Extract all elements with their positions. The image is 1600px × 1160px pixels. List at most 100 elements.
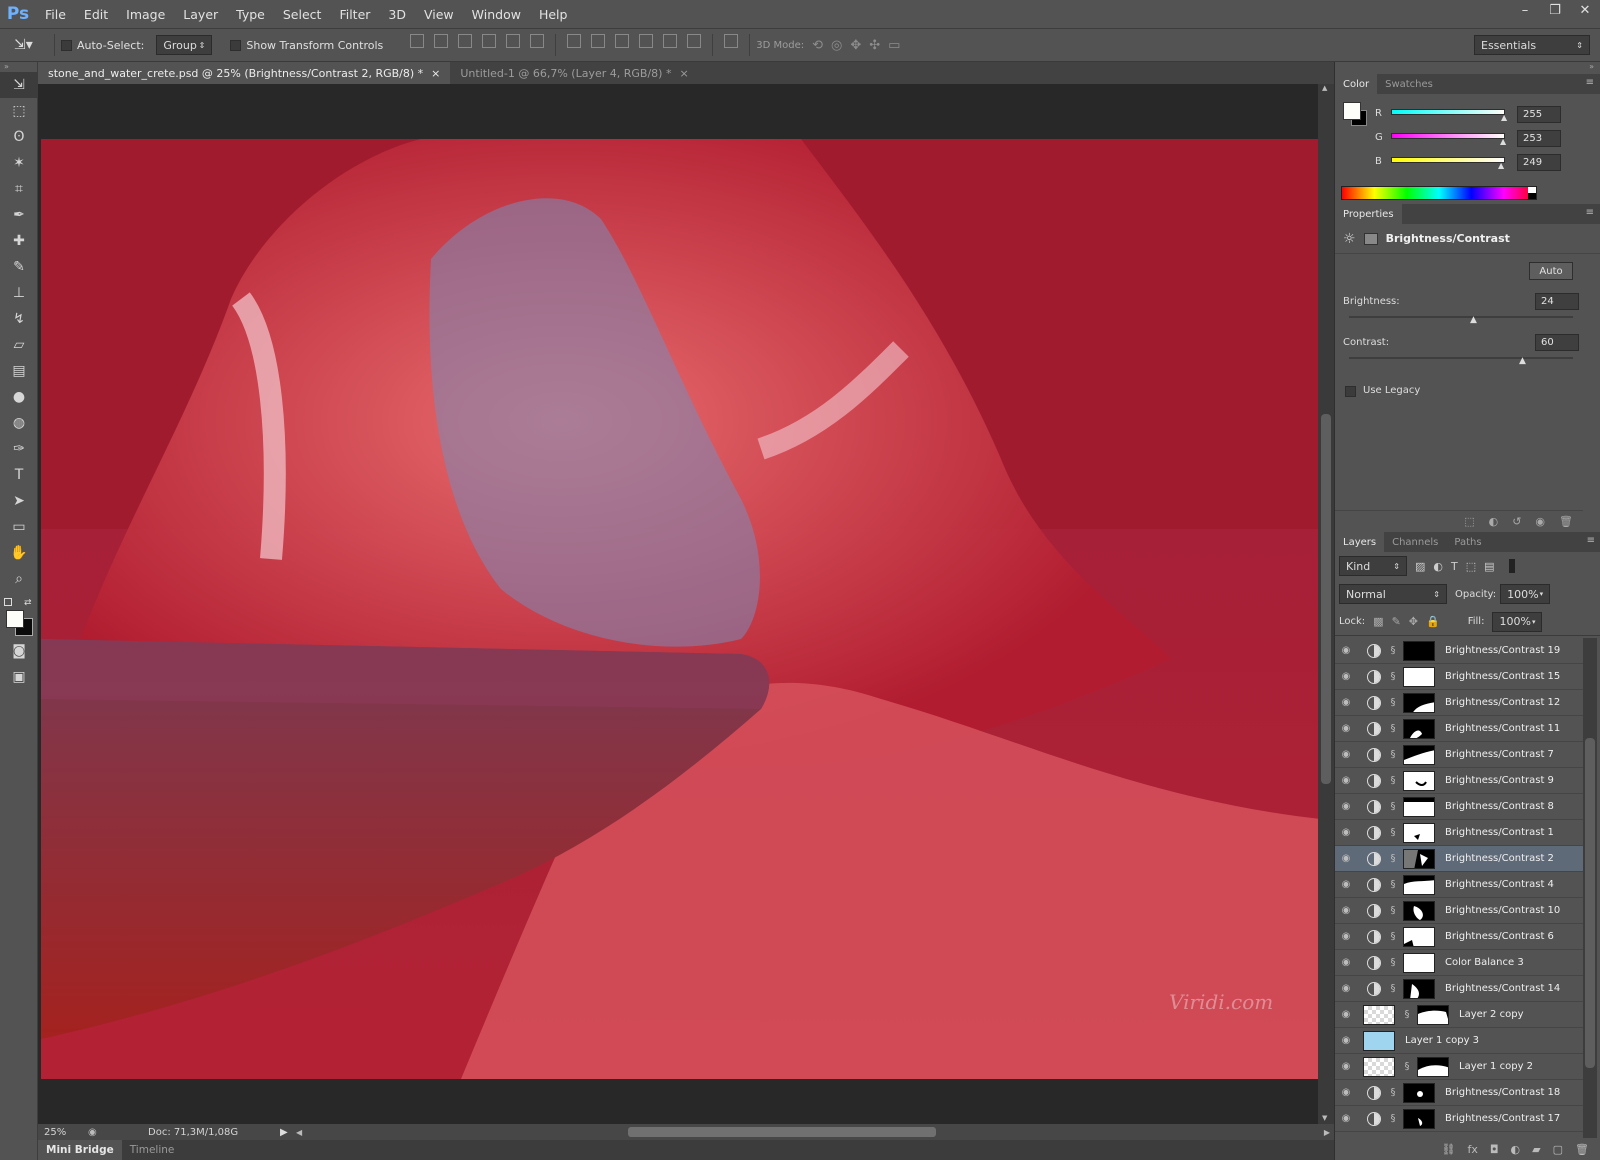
healing-brush-tool-icon[interactable]: ✚ [0, 228, 38, 254]
layer-mask-link-icon[interactable]: § [1387, 853, 1399, 864]
layer-mask-link-icon[interactable]: § [1387, 905, 1399, 916]
filter-pixel-icon[interactable]: ▨ [1415, 560, 1425, 573]
vertical-scroll-thumb[interactable] [1321, 414, 1331, 784]
layer-visibility-eye-icon[interactable]: ◉ [1335, 827, 1357, 838]
menu-layer[interactable]: Layer [174, 0, 227, 28]
layer-mask-link-icon[interactable]: § [1387, 827, 1399, 838]
dodge-tool-icon[interactable]: ◍ [0, 410, 38, 436]
new-adjustment-icon[interactable]: ◐ [1511, 1143, 1521, 1156]
doc-tab-untitled[interactable]: Untitled-1 @ 66,7% (Layer 4, RGB/8) * × [450, 62, 698, 84]
quick-mask-icon[interactable]: ◙ [0, 638, 38, 664]
scroll-down-icon[interactable]: ▼ [1322, 1114, 1327, 1122]
tab-channels[interactable]: Channels [1384, 532, 1446, 552]
color-ramp[interactable] [1341, 186, 1537, 200]
workspace-dropdown[interactable]: Essentials ⇕ [1474, 35, 1590, 55]
delete-icon[interactable]: 🗑 [1559, 515, 1573, 528]
layer-row[interactable]: ◉ § Brightness/Contrast 6 [1335, 924, 1583, 950]
layer-visibility-eye-icon[interactable]: ◉ [1335, 1087, 1357, 1098]
crop-tool-icon[interactable]: ⌗ [0, 176, 38, 202]
channel-value[interactable]: 249 [1517, 154, 1561, 171]
menu-select[interactable]: Select [274, 0, 331, 28]
delete-layer-icon[interactable]: 🗑 [1575, 1143, 1589, 1156]
close-tab-icon[interactable]: × [431, 67, 440, 80]
align-top-icon[interactable] [410, 34, 425, 48]
move-tool-icon[interactable]: ⇲ [0, 72, 38, 98]
scroll-left-icon[interactable]: ◀ [296, 1128, 302, 1137]
menu-window[interactable]: Window [463, 0, 530, 28]
link-layers-icon[interactable]: ⛓ [1441, 1143, 1455, 1156]
layer-visibility-eye-icon[interactable]: ◉ [1335, 1009, 1357, 1020]
align-right-icon[interactable] [530, 34, 545, 48]
zoom-level[interactable]: 25% [38, 1127, 88, 1138]
tab-color[interactable]: Color [1335, 74, 1378, 94]
layer-row[interactable]: ◉ § Brightness/Contrast 4 [1335, 872, 1583, 898]
view-previous-icon[interactable]: ◐ [1489, 515, 1499, 528]
contrast-slider[interactable]: ▲ [1349, 356, 1573, 366]
layer-visibility-eye-icon[interactable]: ◉ [1335, 723, 1357, 734]
foreground-color-swatch[interactable] [6, 610, 24, 628]
layer-row[interactable]: ◉ § Brightness/Contrast 11 [1335, 716, 1583, 742]
add-mask-icon[interactable]: ◘ [1490, 1143, 1499, 1156]
layer-mask[interactable] [1403, 744, 1435, 765]
menu-3d[interactable]: 3D [379, 0, 415, 28]
gradient-tool-icon[interactable]: ▤ [0, 358, 38, 384]
path-selection-tool-icon[interactable]: ➤ [0, 488, 38, 514]
close-tab-icon[interactable]: × [679, 67, 688, 80]
layer-visibility-eye-icon[interactable]: ◉ [1335, 801, 1357, 812]
layer-thumbnail[interactable] [1363, 1030, 1395, 1051]
contrast-slider-handle[interactable]: ▲ [1519, 356, 1526, 366]
layer-mask-link-icon[interactable]: § [1401, 1061, 1413, 1072]
document-canvas[interactable]: Viridi.com [41, 139, 1321, 1079]
collapse-dock-icon[interactable]: » [1335, 62, 1600, 74]
distribute-right-icon[interactable] [687, 34, 702, 48]
channel-value[interactable]: 253 [1517, 130, 1561, 147]
layer-row[interactable]: ◉ § Color Balance 3 [1335, 950, 1583, 976]
doc-tab-stone-and-water[interactable]: stone_and_water_crete.psd @ 25% (Brightn… [38, 62, 451, 84]
collapse-toolbar-icon[interactable]: » [0, 62, 37, 72]
distribute-top-icon[interactable] [567, 34, 582, 48]
layer-mask-link-icon[interactable]: § [1387, 983, 1399, 994]
filter-adjustment-icon[interactable]: ◐ [1433, 560, 1443, 573]
layer-mask[interactable] [1417, 1004, 1449, 1025]
layer-visibility-eye-icon[interactable]: ◉ [1335, 1061, 1357, 1072]
3d-rotate-icon[interactable]: ⟲ [812, 38, 823, 53]
layer-visibility-eye-icon[interactable]: ◉ [1335, 983, 1357, 994]
screen-mode-icon[interactable]: ▣ [0, 664, 38, 690]
panel-menu-icon[interactable]: ≡ [1587, 535, 1595, 546]
align-hcenter-icon[interactable] [506, 34, 521, 48]
layer-row[interactable]: ◉ § Brightness/Contrast 18 [1335, 1080, 1583, 1106]
menu-view[interactable]: View [415, 0, 463, 28]
lock-all-icon[interactable]: 🔒 [1426, 615, 1440, 628]
brightness-slider-handle[interactable]: ▲ [1470, 315, 1477, 325]
layer-mask[interactable] [1417, 1056, 1449, 1077]
panel-menu-icon[interactable]: ≡ [1586, 207, 1594, 218]
channel-slider[interactable] [1391, 109, 1505, 115]
layer-mask[interactable] [1403, 1108, 1435, 1129]
layer-row[interactable]: ◉ Layer 1 copy 3 [1335, 1028, 1583, 1054]
layer-mask-link-icon[interactable]: § [1387, 801, 1399, 812]
magic-wand-tool-icon[interactable]: ✶ [0, 150, 38, 176]
brightness-value[interactable]: 24 [1535, 293, 1579, 310]
opacity-field[interactable]: 100% ▾ [1500, 584, 1551, 604]
layer-mask[interactable] [1403, 796, 1435, 817]
channel-value[interactable]: 255 [1517, 106, 1561, 123]
contrast-value[interactable]: 60 [1535, 334, 1579, 351]
layer-mask[interactable] [1403, 900, 1435, 921]
minimize-button[interactable]: – [1510, 0, 1540, 20]
layer-mask[interactable] [1403, 926, 1435, 947]
auto-button[interactable]: Auto [1529, 262, 1573, 280]
tab-properties[interactable]: Properties [1335, 204, 1402, 224]
layer-visibility-eye-icon[interactable]: ◉ [1335, 957, 1357, 968]
history-brush-tool-icon[interactable]: ↯ [0, 306, 38, 332]
layer-row[interactable]: ◉ § Brightness/Contrast 1 [1335, 820, 1583, 846]
blend-mode-dropdown[interactable]: Normal ⇕ [1339, 584, 1447, 604]
swap-colors-icon[interactable]: ⇄ [24, 598, 32, 608]
layer-visibility-eye-icon[interactable]: ◉ [1335, 1113, 1357, 1124]
layer-row[interactable]: ◉ § Brightness/Contrast 14 [1335, 976, 1583, 1002]
layer-visibility-eye-icon[interactable]: ◉ [1335, 697, 1357, 708]
layer-mask-link-icon[interactable]: § [1387, 775, 1399, 786]
layer-row[interactable]: ◉ § Brightness/Contrast 15 [1335, 664, 1583, 690]
layer-mask-link-icon[interactable]: § [1387, 879, 1399, 890]
menu-type[interactable]: Type [227, 0, 274, 28]
tab-mini-bridge[interactable]: Mini Bridge [38, 1140, 122, 1160]
